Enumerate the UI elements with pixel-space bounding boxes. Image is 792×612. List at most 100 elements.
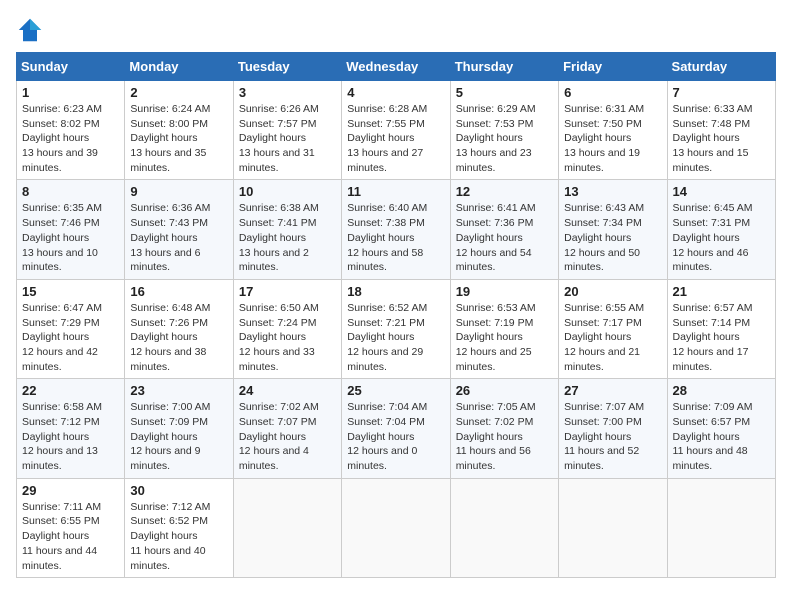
sunrise-label: Sunrise: 6:57 AM (673, 302, 753, 314)
day-cell-6: 6 Sunrise: 6:31 AM Sunset: 7:50 PM Dayli… (559, 81, 667, 180)
sunset-label: Sunset: 8:02 PM (22, 118, 100, 130)
sunset-label: Sunset: 7:00 PM (564, 416, 642, 428)
sunrise-label: Sunrise: 7:11 AM (22, 501, 101, 513)
day-number: 22 (22, 383, 119, 398)
week-row-5: 29 Sunrise: 7:11 AM Sunset: 6:55 PM Dayl… (17, 478, 776, 577)
day-cell-29: 29 Sunrise: 7:11 AM Sunset: 6:55 PM Dayl… (17, 478, 125, 577)
sunset-label: Sunset: 7:46 PM (22, 217, 100, 229)
calendar-table: SundayMondayTuesdayWednesdayThursdayFrid… (16, 52, 776, 578)
day-info: Sunrise: 6:57 AM Sunset: 7:14 PM Dayligh… (673, 301, 770, 374)
sunrise-label: Sunrise: 7:12 AM (130, 501, 210, 513)
sunset-label: Sunset: 6:55 PM (22, 515, 100, 527)
sunrise-label: Sunrise: 6:29 AM (456, 103, 536, 115)
daylight-duration: 13 hours and 35 minutes. (130, 147, 206, 174)
sunset-label: Sunset: 7:19 PM (456, 317, 534, 329)
daylight-duration: 11 hours and 56 minutes. (456, 445, 531, 472)
sunset-label: Sunset: 7:48 PM (673, 118, 751, 130)
day-cell-7: 7 Sunrise: 6:33 AM Sunset: 7:48 PM Dayli… (667, 81, 775, 180)
sunset-label: Sunset: 7:02 PM (456, 416, 534, 428)
daylight-label: Daylight hours (130, 232, 197, 244)
day-number: 7 (673, 85, 770, 100)
daylight-label: Daylight hours (130, 132, 197, 144)
day-info: Sunrise: 7:04 AM Sunset: 7:04 PM Dayligh… (347, 400, 444, 473)
logo (16, 16, 48, 44)
sunrise-label: Sunrise: 6:35 AM (22, 202, 102, 214)
day-info: Sunrise: 6:41 AM Sunset: 7:36 PM Dayligh… (456, 201, 553, 274)
day-info: Sunrise: 6:33 AM Sunset: 7:48 PM Dayligh… (673, 102, 770, 175)
logo-icon (16, 16, 44, 44)
day-number: 15 (22, 284, 119, 299)
sunrise-label: Sunrise: 6:40 AM (347, 202, 427, 214)
sunrise-label: Sunrise: 6:36 AM (130, 202, 210, 214)
sunset-label: Sunset: 7:17 PM (564, 317, 642, 329)
week-row-1: 1 Sunrise: 6:23 AM Sunset: 8:02 PM Dayli… (17, 81, 776, 180)
day-number: 3 (239, 85, 336, 100)
sunset-label: Sunset: 7:24 PM (239, 317, 317, 329)
daylight-duration: 13 hours and 19 minutes. (564, 147, 640, 174)
daylight-label: Daylight hours (130, 331, 197, 343)
sunset-label: Sunset: 7:43 PM (130, 217, 208, 229)
day-info: Sunrise: 6:48 AM Sunset: 7:26 PM Dayligh… (130, 301, 227, 374)
sunrise-label: Sunrise: 6:23 AM (22, 103, 102, 115)
daylight-duration: 13 hours and 23 minutes. (456, 147, 532, 174)
daylight-duration: 12 hours and 9 minutes. (130, 445, 200, 472)
day-info: Sunrise: 6:43 AM Sunset: 7:34 PM Dayligh… (564, 201, 661, 274)
daylight-label: Daylight hours (22, 331, 89, 343)
day-number: 24 (239, 383, 336, 398)
week-row-2: 8 Sunrise: 6:35 AM Sunset: 7:46 PM Dayli… (17, 180, 776, 279)
day-number: 23 (130, 383, 227, 398)
day-info: Sunrise: 6:38 AM Sunset: 7:41 PM Dayligh… (239, 201, 336, 274)
day-number: 11 (347, 184, 444, 199)
daylight-duration: 13 hours and 2 minutes. (239, 247, 309, 274)
day-info: Sunrise: 6:31 AM Sunset: 7:50 PM Dayligh… (564, 102, 661, 175)
day-cell-26: 26 Sunrise: 7:05 AM Sunset: 7:02 PM Dayl… (450, 379, 558, 478)
daylight-label: Daylight hours (564, 132, 631, 144)
weekday-header-monday: Monday (125, 53, 233, 81)
daylight-duration: 12 hours and 4 minutes. (239, 445, 309, 472)
day-info: Sunrise: 7:00 AM Sunset: 7:09 PM Dayligh… (130, 400, 227, 473)
sunrise-label: Sunrise: 6:52 AM (347, 302, 427, 314)
day-number: 2 (130, 85, 227, 100)
day-cell-16: 16 Sunrise: 6:48 AM Sunset: 7:26 PM Dayl… (125, 279, 233, 378)
daylight-duration: 12 hours and 33 minutes. (239, 346, 315, 373)
day-number: 18 (347, 284, 444, 299)
weekday-header-tuesday: Tuesday (233, 53, 341, 81)
daylight-duration: 11 hours and 52 minutes. (564, 445, 639, 472)
day-number: 5 (456, 85, 553, 100)
empty-cell (667, 478, 775, 577)
daylight-label: Daylight hours (673, 132, 740, 144)
day-number: 1 (22, 85, 119, 100)
daylight-duration: 12 hours and 21 minutes. (564, 346, 640, 373)
daylight-label: Daylight hours (456, 331, 523, 343)
day-cell-20: 20 Sunrise: 6:55 AM Sunset: 7:17 PM Dayl… (559, 279, 667, 378)
daylight-label: Daylight hours (239, 431, 306, 443)
daylight-label: Daylight hours (22, 132, 89, 144)
daylight-duration: 12 hours and 50 minutes. (564, 247, 640, 274)
sunset-label: Sunset: 7:07 PM (239, 416, 317, 428)
day-info: Sunrise: 7:02 AM Sunset: 7:07 PM Dayligh… (239, 400, 336, 473)
day-cell-4: 4 Sunrise: 6:28 AM Sunset: 7:55 PM Dayli… (342, 81, 450, 180)
sunset-label: Sunset: 7:36 PM (456, 217, 534, 229)
day-cell-21: 21 Sunrise: 6:57 AM Sunset: 7:14 PM Dayl… (667, 279, 775, 378)
sunset-label: Sunset: 7:50 PM (564, 118, 642, 130)
day-number: 9 (130, 184, 227, 199)
empty-cell (233, 478, 341, 577)
sunset-label: Sunset: 7:12 PM (22, 416, 100, 428)
day-number: 16 (130, 284, 227, 299)
sunset-label: Sunset: 7:04 PM (347, 416, 425, 428)
sunrise-label: Sunrise: 7:02 AM (239, 401, 319, 413)
sunrise-label: Sunrise: 6:26 AM (239, 103, 319, 115)
day-info: Sunrise: 6:58 AM Sunset: 7:12 PM Dayligh… (22, 400, 119, 473)
sunset-label: Sunset: 7:29 PM (22, 317, 100, 329)
daylight-duration: 12 hours and 46 minutes. (673, 247, 749, 274)
day-info: Sunrise: 6:26 AM Sunset: 7:57 PM Dayligh… (239, 102, 336, 175)
day-cell-1: 1 Sunrise: 6:23 AM Sunset: 8:02 PM Dayli… (17, 81, 125, 180)
daylight-label: Daylight hours (347, 431, 414, 443)
daylight-duration: 12 hours and 54 minutes. (456, 247, 532, 274)
day-info: Sunrise: 7:09 AM Sunset: 6:57 PM Dayligh… (673, 400, 770, 473)
sunset-label: Sunset: 6:52 PM (130, 515, 208, 527)
sunset-label: Sunset: 7:21 PM (347, 317, 425, 329)
daylight-duration: 13 hours and 39 minutes. (22, 147, 98, 174)
sunset-label: Sunset: 7:53 PM (456, 118, 534, 130)
day-cell-30: 30 Sunrise: 7:12 AM Sunset: 6:52 PM Dayl… (125, 478, 233, 577)
